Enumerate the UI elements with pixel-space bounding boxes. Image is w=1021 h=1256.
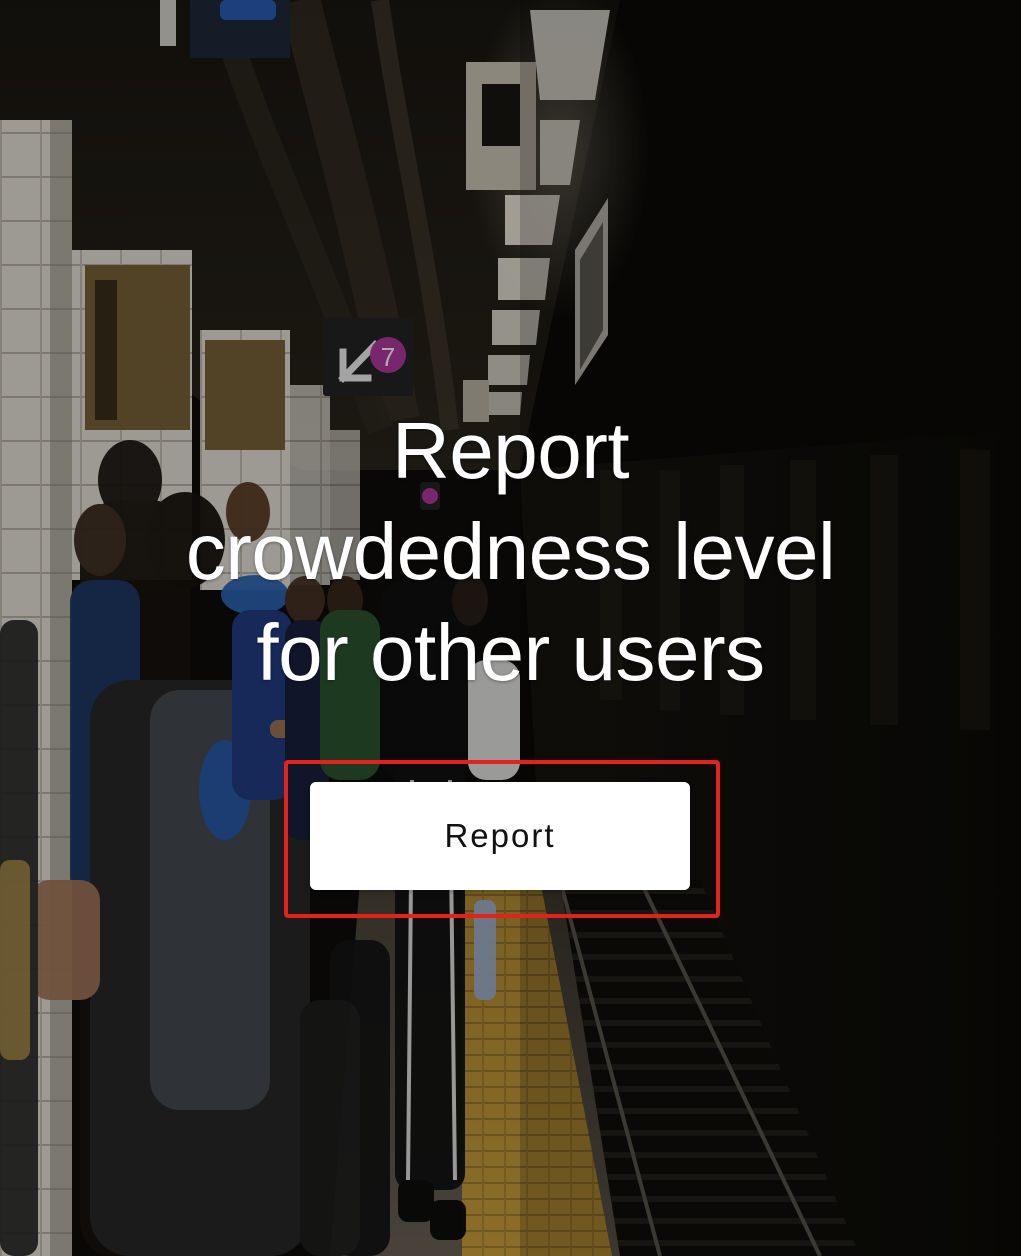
headline-line-2: crowdedness level (185, 507, 836, 596)
headline-line-3: for other users (256, 608, 765, 697)
crowdedness-screen: 7 Report crowdedness level for other use… (0, 0, 1021, 1256)
headline: Report crowdedness level for other users (0, 400, 1021, 703)
headline-line-1: Report (391, 406, 630, 495)
report-button[interactable]: Report (310, 782, 690, 890)
